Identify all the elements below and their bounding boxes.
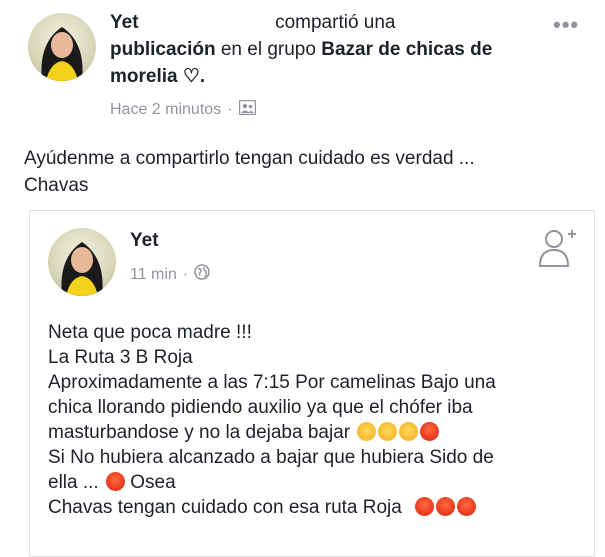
caption-line-1: Ayúdenme a compartirlo tengan cuidado es…: [24, 148, 475, 169]
body-line-3: Aproximadamente a las 7:15 Por camelinas…: [48, 372, 496, 393]
add-friend-icon[interactable]: [538, 226, 578, 273]
angry-emoji-icon: [436, 497, 456, 516]
triumph-emoji-icon: [399, 422, 419, 441]
body-line-8: Chavas tengan cuidado con esa ruta Roja: [48, 495, 588, 520]
triumph-emoji-icon: [357, 422, 377, 441]
author-avatar[interactable]: [48, 228, 116, 296]
author-name[interactable]: Yet: [130, 230, 159, 252]
body-line-2: La Ruta 3 B Roja: [48, 347, 193, 368]
share-caption: Ayúdenme a compartirlo tengan cuidado es…: [24, 145, 584, 199]
angry-emoji-icon: [415, 497, 435, 516]
angry-emoji-icon: [457, 497, 477, 516]
globe-icon: [194, 264, 210, 285]
body-line-5-text: masturbandose y no la dejaba bajar: [48, 422, 351, 443]
meta-separator: ·: [227, 101, 233, 118]
caption-line-2: Chavas: [24, 175, 89, 196]
angry-emoji-icon: [420, 422, 440, 441]
body-line-6: Si No hubiera alcanzado a bajar que hubi…: [48, 447, 494, 468]
shared-object-link[interactable]: publicación: [110, 39, 216, 60]
sharer-avatar[interactable]: [28, 13, 96, 81]
meta-separator: ·: [182, 265, 189, 283]
share-meta: Hace 2 minutos ·: [110, 99, 256, 120]
share-header: Yet compartió una publicación en el grup…: [110, 9, 550, 90]
sharer-name[interactable]: Yet: [110, 12, 139, 33]
post-timestamp[interactable]: 11 min: [130, 266, 177, 284]
more-dots-icon[interactable]: •••: [553, 12, 579, 38]
share-action: compartió una: [275, 12, 396, 33]
body-line-8-text: Chavas tengan cuidado con esa ruta Roja: [48, 497, 402, 518]
post-body: Neta que poca madre !!! La Ruta 3 B Roja…: [48, 320, 588, 520]
share-timestamp[interactable]: Hace 2 minutos: [110, 101, 221, 119]
body-line-5: masturbandose y no la dejaba bajar: [48, 420, 588, 445]
triumph-emoji-icon: [378, 422, 398, 441]
group-audience-icon: [238, 99, 256, 120]
body-line-7-tail: Osea: [130, 472, 176, 493]
body-line-4: chica llorando pidiendo auxilio ya que e…: [48, 397, 473, 418]
angry-emoji-icon: [105, 472, 125, 491]
post-meta: 11 min ·: [130, 264, 210, 285]
body-line-7-text: ella ...: [48, 472, 99, 493]
body-line-7: ella ... Osea: [48, 470, 588, 495]
body-line-1: Neta que poca madre !!!: [48, 322, 252, 343]
share-connector: en el grupo: [220, 39, 316, 60]
